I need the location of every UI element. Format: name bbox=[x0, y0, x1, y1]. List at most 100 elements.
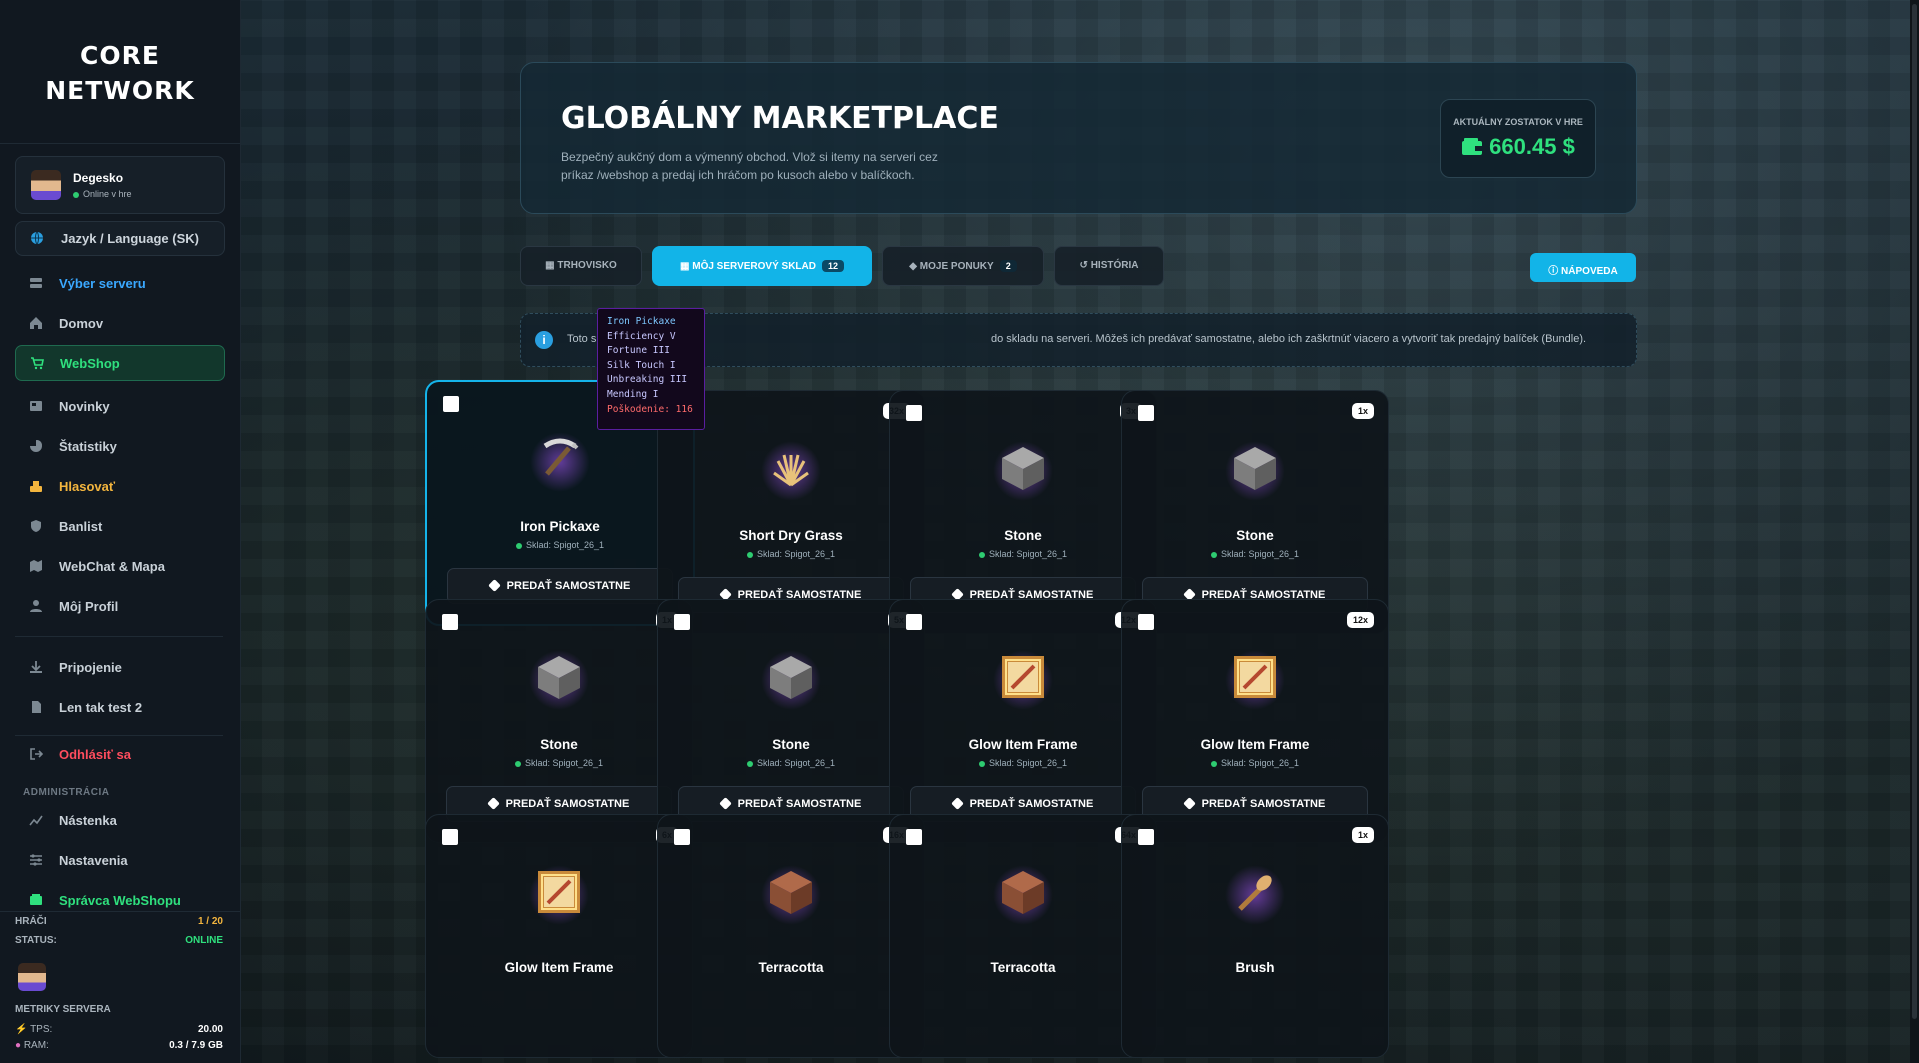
nav-item-test-page[interactable]: Len tak test 2 bbox=[15, 690, 223, 724]
stock-check-icon bbox=[1210, 551, 1217, 558]
tag-icon bbox=[1182, 797, 1196, 810]
question-icon: ⓘ bbox=[1548, 266, 1559, 277]
help-label: NÁPOVEDA bbox=[1561, 266, 1618, 277]
stock-check-icon bbox=[978, 760, 985, 767]
item-card[interactable]: 3x Stone Sklad: Spigot_26_1 PREDAŤ SAMOS… bbox=[889, 390, 1157, 634]
item-stock: Sklad: Spigot_26_1 bbox=[1122, 758, 1388, 768]
item-card[interactable]: 16x Terracotta bbox=[657, 814, 925, 1058]
item-stock-text: Sklad: Spigot_26_1 bbox=[756, 758, 836, 768]
nav-item-home[interactable]: Domov bbox=[15, 306, 223, 340]
user-icon bbox=[30, 600, 42, 612]
nav-label: Pripojenie bbox=[59, 660, 122, 675]
select-checkbox[interactable] bbox=[1138, 614, 1154, 630]
item-stock: Sklad: Spigot_26_1 bbox=[658, 758, 924, 768]
item-card[interactable]: 12x Glow Item Frame Sklad: Spigot_26_1 P… bbox=[889, 599, 1157, 843]
item-card[interactable]: 6x Glow Item Frame bbox=[425, 814, 693, 1058]
nav-item-news[interactable]: Novinky bbox=[15, 389, 223, 423]
tab-marketplace[interactable]: ▦ TRHOVISKO bbox=[520, 246, 642, 286]
nav-item-webchat-map[interactable]: WebChat & Mapa bbox=[15, 549, 223, 583]
select-checkbox[interactable] bbox=[1138, 405, 1154, 421]
select-checkbox[interactable] bbox=[1138, 829, 1154, 845]
stock-check-icon bbox=[515, 542, 522, 549]
warehouse-icon: ▦ bbox=[680, 261, 690, 272]
select-checkbox[interactable] bbox=[442, 614, 458, 630]
info-icon: i bbox=[535, 331, 553, 349]
download-icon bbox=[30, 661, 42, 673]
item-card[interactable]: 64x Terracotta bbox=[889, 814, 1157, 1058]
nav-item-settings[interactable]: Nastavenia bbox=[15, 843, 223, 877]
tooltip-enchant: Efficiency V bbox=[607, 330, 676, 342]
select-checkbox[interactable] bbox=[442, 829, 458, 845]
logo-line-1: CORE bbox=[80, 41, 160, 70]
item-card[interactable]: 1x Stone Sklad: Spigot_26_1 PREDAŤ SAMOS… bbox=[1121, 390, 1389, 634]
nav-item-vote[interactable]: Hlasovať bbox=[15, 469, 223, 503]
item-tooltip: Iron Pickaxe Efficiency V Fortune III Si… bbox=[597, 308, 705, 430]
divider bbox=[15, 735, 223, 736]
sell-label: PREDAŤ SAMOSTATNE bbox=[969, 798, 1094, 810]
stock-check-icon bbox=[514, 760, 521, 767]
nav-item-connect[interactable]: Pripojenie bbox=[15, 650, 223, 684]
scrollbar-thumb[interactable] bbox=[1912, 4, 1917, 1019]
select-checkbox[interactable] bbox=[674, 614, 690, 630]
tps-label-text: TPS: bbox=[30, 1024, 53, 1035]
tag-icon: ◆ bbox=[909, 261, 917, 272]
item-stock: Sklad: Spigot_26_1 bbox=[426, 758, 692, 768]
select-checkbox[interactable] bbox=[443, 396, 459, 412]
quantity-badge: 1x bbox=[1351, 403, 1374, 419]
item-frame-icon bbox=[534, 867, 584, 917]
item-card[interactable]: 1x Stone Sklad: Spigot_26_1 PREDAŤ SAMOS… bbox=[425, 599, 693, 843]
info-text-start: Toto s bbox=[567, 333, 597, 345]
server-icon bbox=[30, 278, 42, 288]
tps-stat: ⚡ TPS: 20.00 bbox=[15, 1024, 223, 1035]
language-button[interactable]: Jazyk / Language (SK) bbox=[15, 221, 225, 256]
tab-history[interactable]: ↺ HISTÓRIA bbox=[1054, 246, 1164, 286]
tab-my-offers[interactable]: ◆ MOJE PONUKY 2 bbox=[882, 246, 1044, 286]
shop-admin-icon bbox=[30, 894, 42, 905]
ram-label: ● RAM: bbox=[15, 1040, 49, 1051]
main-content: GLOBÁLNY MARKETPLACE Bezpečný aukčný dom… bbox=[240, 0, 1919, 1063]
sell-label: PREDAŤ SAMOSTATNE bbox=[737, 798, 862, 810]
select-checkbox[interactable] bbox=[674, 829, 690, 845]
item-name: Short Dry Grass bbox=[739, 528, 843, 543]
item-stock: Sklad: Spigot_26_1 bbox=[890, 758, 1156, 768]
item-card[interactable]: 12x Glow Item Frame Sklad: Spigot_26_1 P… bbox=[1121, 599, 1389, 843]
logo[interactable]: CORE NETWORK bbox=[0, 38, 240, 108]
item-stock: Sklad: Spigot_26_1 bbox=[427, 540, 693, 550]
home-icon bbox=[30, 317, 42, 329]
scrollbar[interactable] bbox=[1910, 0, 1919, 1063]
tag-icon bbox=[718, 797, 732, 810]
tag-icon bbox=[950, 797, 964, 810]
ram-value: 0.3 / 7.9 GB bbox=[169, 1040, 223, 1051]
pickaxe-icon bbox=[535, 434, 585, 484]
tooltip-enchant: Unbreaking III bbox=[607, 374, 688, 386]
nav-item-banlist[interactable]: Banlist bbox=[15, 509, 223, 543]
nav-item-dashboard[interactable]: Nástenka bbox=[15, 803, 223, 837]
balance-box: AKTUÁLNY ZOSTATOK V HRE 660.45 $ bbox=[1440, 99, 1596, 178]
nav-item-stats[interactable]: Štatistiky bbox=[15, 429, 223, 463]
select-checkbox[interactable] bbox=[906, 829, 922, 845]
nav-label: Správca WebShopu bbox=[59, 893, 181, 908]
item-stock-text: Sklad: Spigot_26_1 bbox=[525, 540, 605, 550]
item-name: Stone bbox=[772, 737, 810, 752]
tab-my-storage[interactable]: ▦ MÔJ SERVEROVÝ SKLAD 12 bbox=[652, 246, 872, 286]
help-button[interactable]: ⓘ NÁPOVEDA bbox=[1530, 253, 1636, 282]
item-card[interactable]: 5x Stone Sklad: Spigot_26_1 PREDAŤ SAMOS… bbox=[657, 599, 925, 843]
news-icon bbox=[30, 401, 42, 411]
logout-button[interactable]: Odhlásiť sa bbox=[15, 737, 223, 771]
nav-item-server-select[interactable]: Výber serveru bbox=[15, 266, 223, 300]
balance-amount: 660.45 $ bbox=[1441, 134, 1595, 160]
select-checkbox[interactable] bbox=[906, 405, 922, 421]
file-icon bbox=[32, 701, 41, 713]
select-checkbox[interactable] bbox=[906, 614, 922, 630]
nav-item-profile[interactable]: Môj Profil bbox=[15, 589, 223, 623]
balance-value: 660.45 $ bbox=[1489, 134, 1575, 159]
tps-value: 20.00 bbox=[197, 1024, 223, 1035]
nav-label: Len tak test 2 bbox=[59, 700, 143, 715]
user-card[interactable]: Degesko Online v hre bbox=[15, 156, 225, 214]
item-card[interactable]: 1x Brush bbox=[1121, 814, 1389, 1058]
dry-grass-icon bbox=[766, 443, 816, 493]
online-player-avatar[interactable] bbox=[18, 963, 46, 991]
item-stock: Sklad: Spigot_26_1 bbox=[1122, 549, 1388, 559]
logo-line-2: NETWORK bbox=[45, 76, 195, 105]
nav-item-webshop[interactable]: WebShop bbox=[15, 345, 225, 381]
